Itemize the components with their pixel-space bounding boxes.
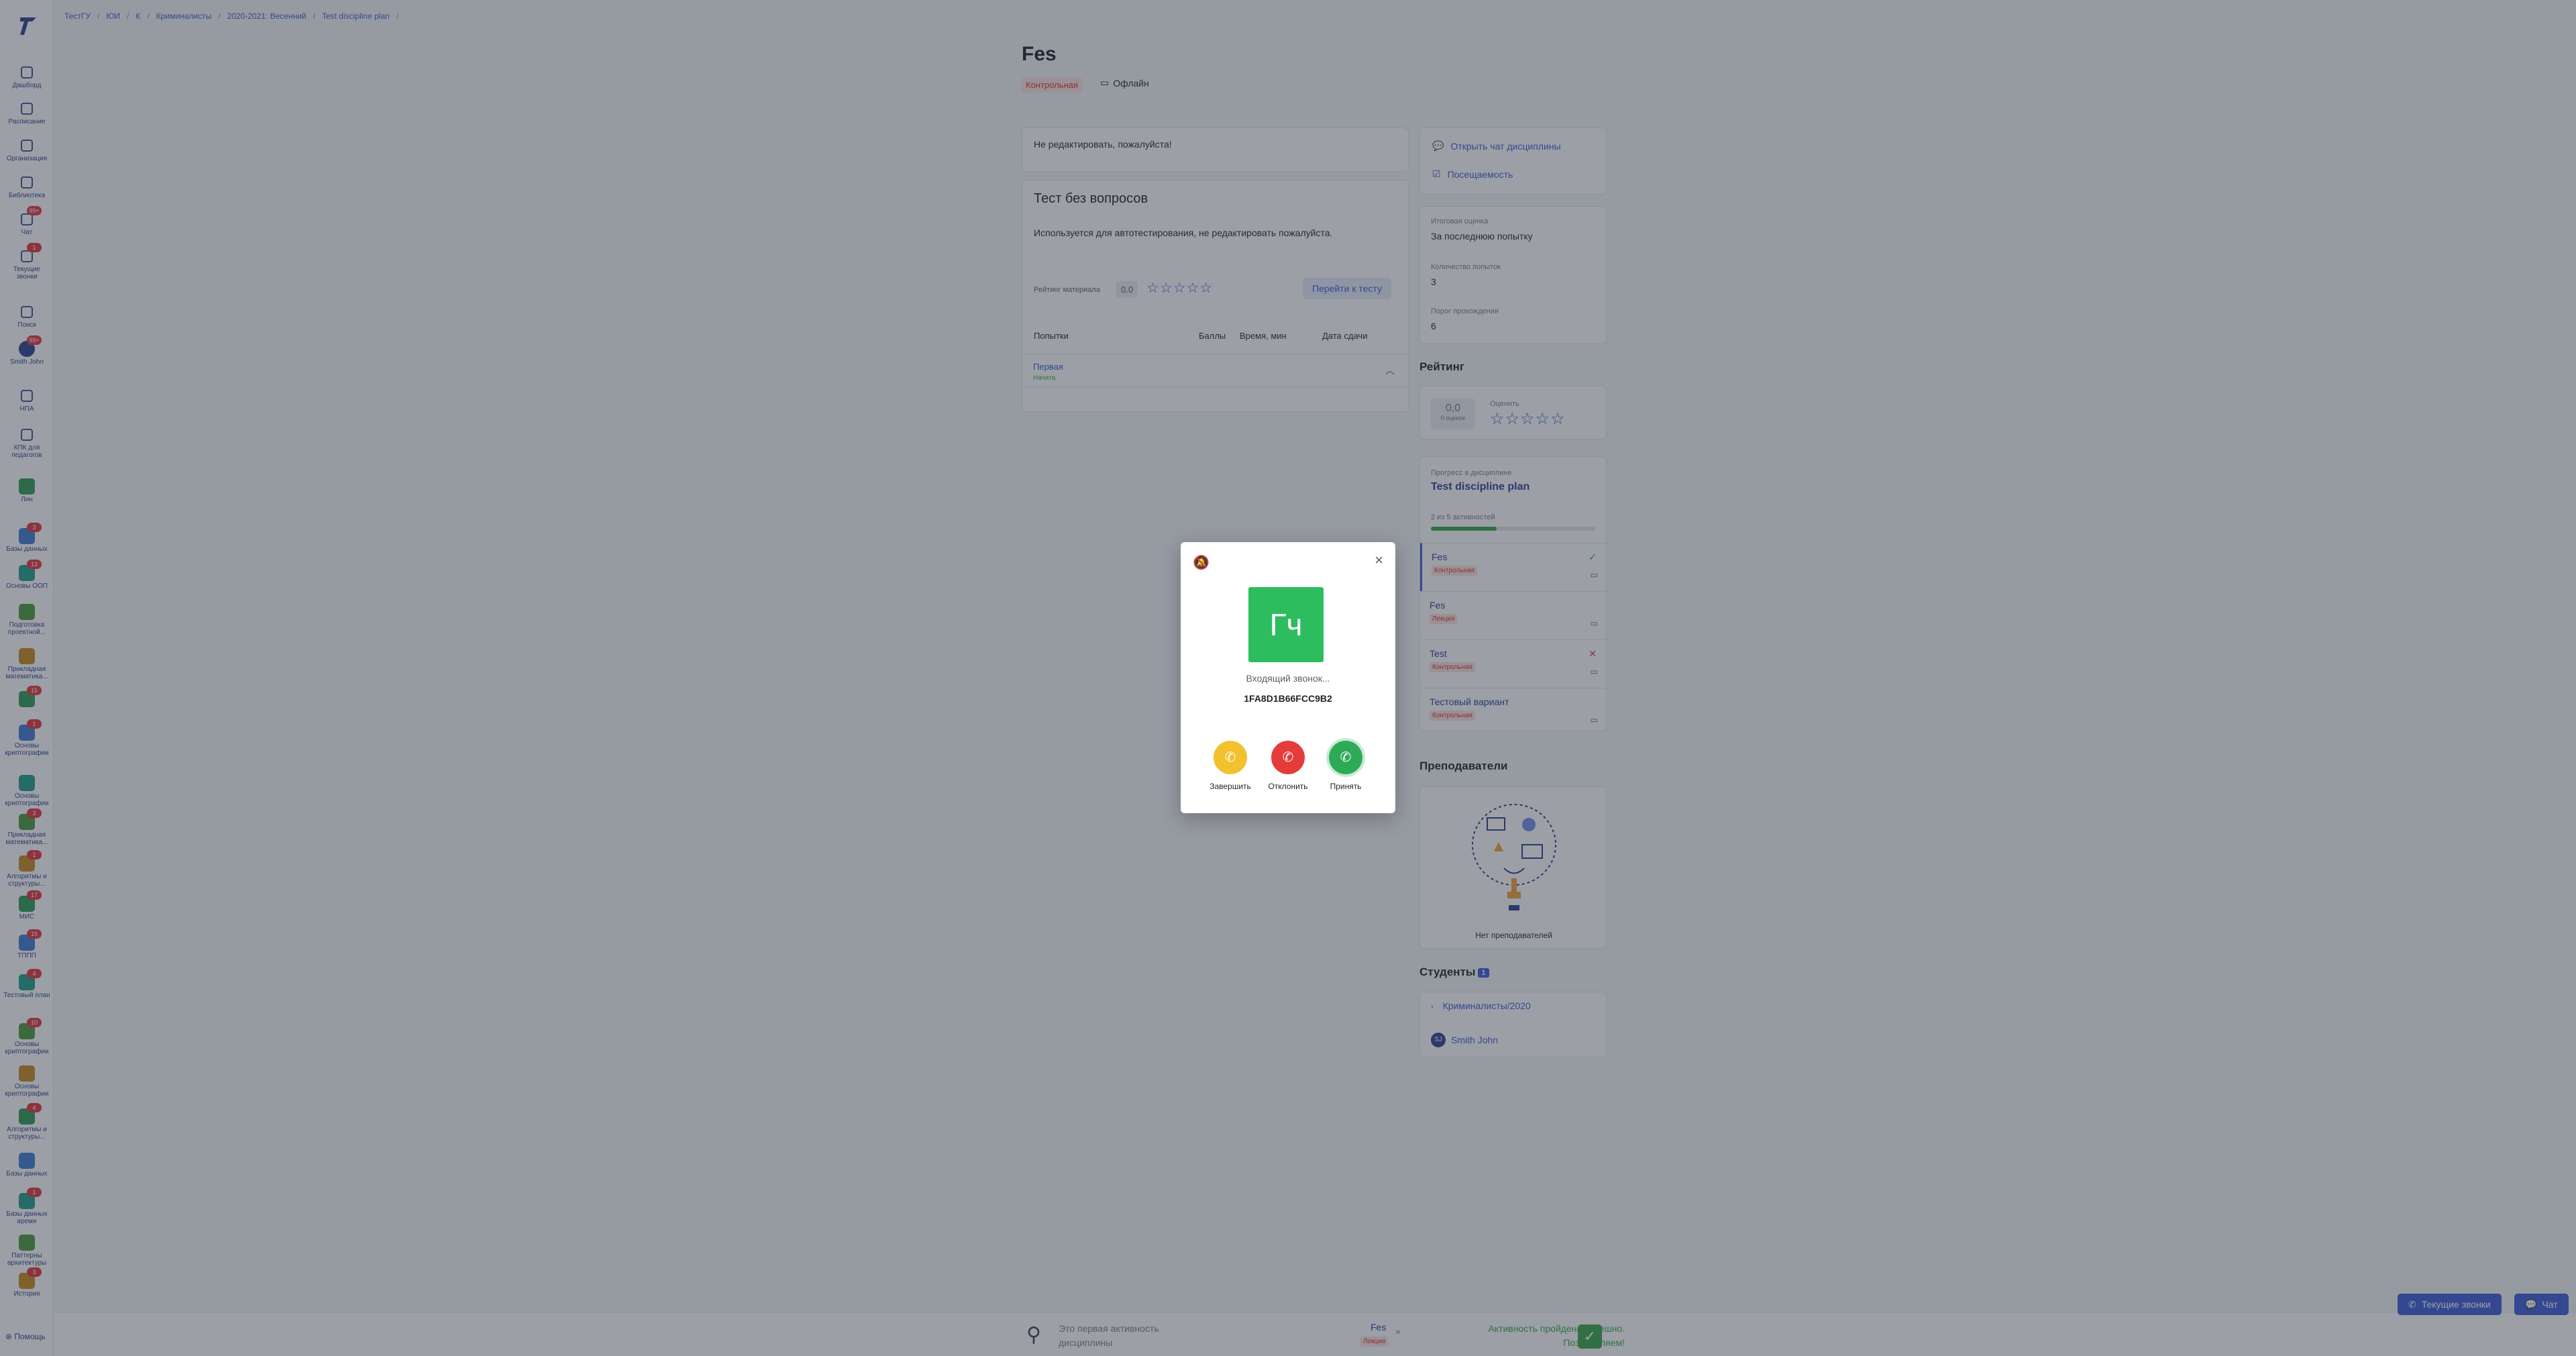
end-call-label: Завершить xyxy=(1210,782,1251,791)
close-icon[interactable]: × xyxy=(1375,552,1383,569)
accept-call-label: Принять xyxy=(1330,782,1362,791)
decline-call-button[interactable]: ✆ xyxy=(1271,741,1305,774)
caller-avatar: Гч xyxy=(1248,587,1324,662)
end-call-button[interactable]: ✆ xyxy=(1214,741,1247,774)
accept-call-button[interactable]: ✆ xyxy=(1329,741,1362,774)
incoming-call-text: Входящий звонок... xyxy=(1246,673,1330,684)
incoming-call-modal: 🔕 × Гч Входящий звонок... 1FA8D1B66FCC9B… xyxy=(1181,542,1395,813)
decline-call-label: Отклонить xyxy=(1268,782,1308,791)
bell-off-icon[interactable]: 🔕 xyxy=(1193,554,1210,571)
caller-id: 1FA8D1B66FCC9B2 xyxy=(1244,693,1332,704)
